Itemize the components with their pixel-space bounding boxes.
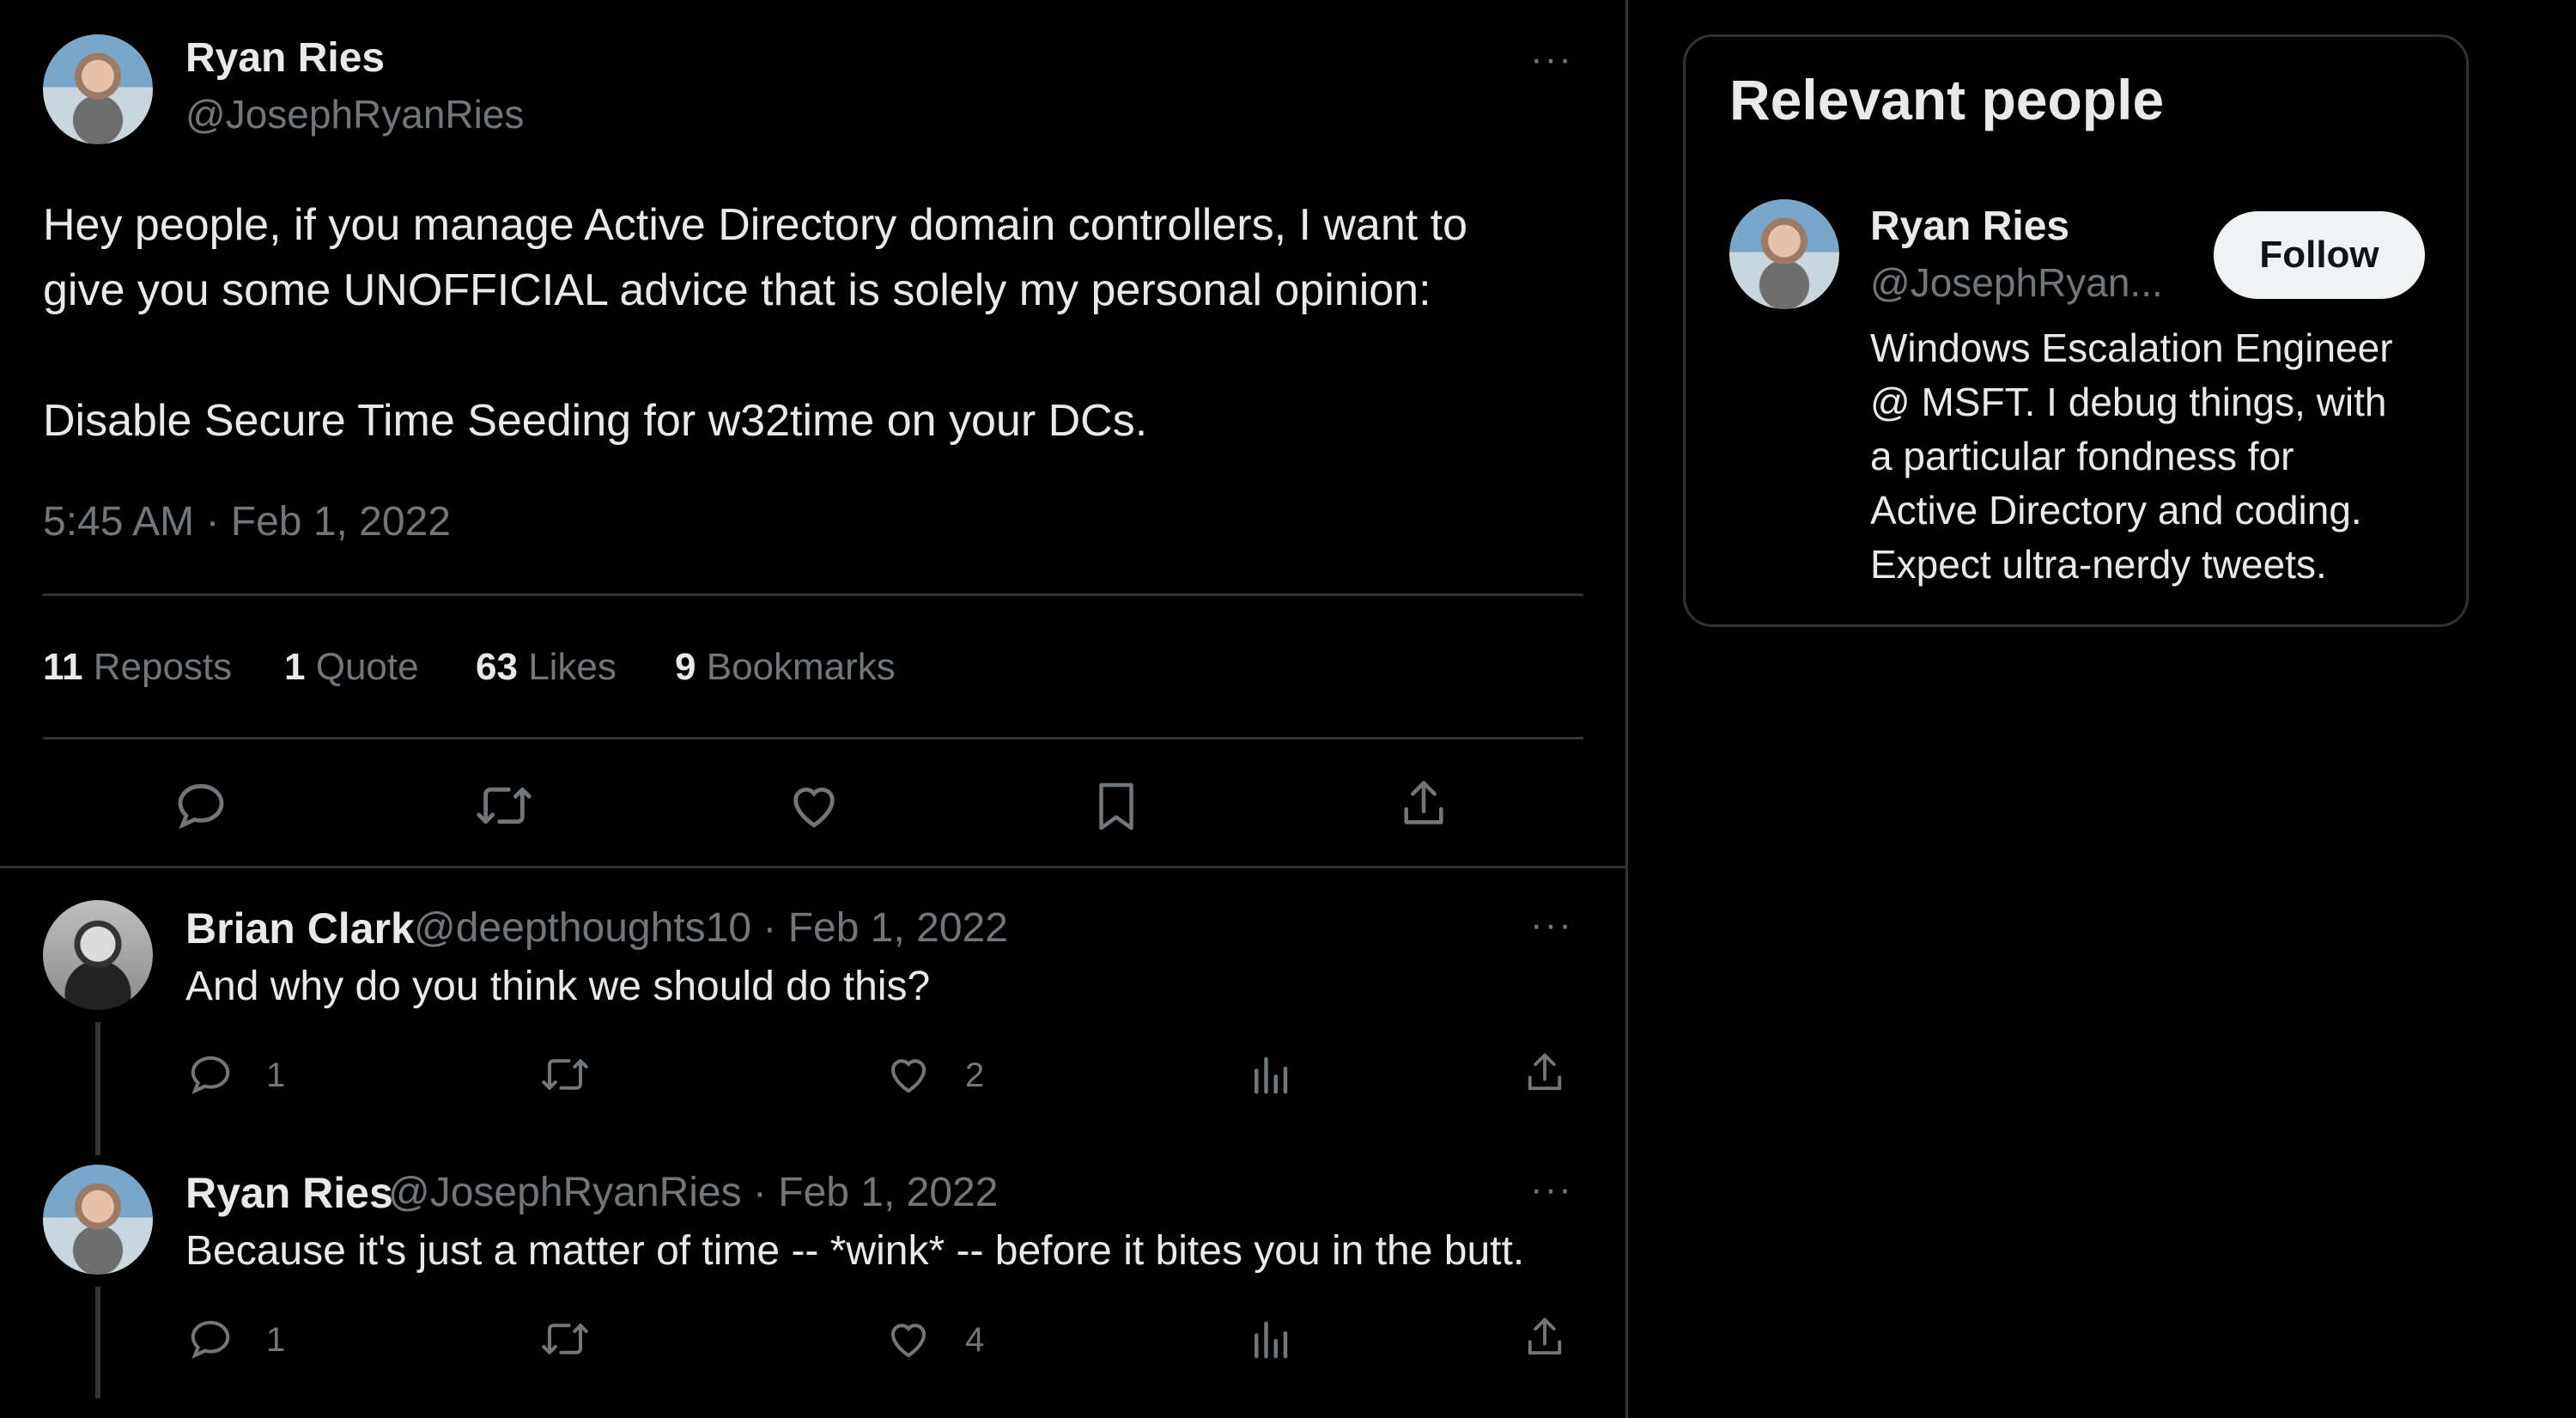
bio-line: Windows Escalation Engineer [1870, 326, 2393, 370]
reposts-count: 11 [43, 646, 83, 688]
reply-text: Because it's just a matter of time -- *w… [185, 1228, 1525, 1274]
reply-author-name[interactable]: Ryan Ries [185, 1168, 393, 1218]
follow-button[interactable]: Follow [2214, 211, 2425, 299]
person-avatar[interactable] [1729, 199, 1839, 309]
bookmarks-label: Bookmarks [706, 646, 896, 688]
tweet-text: Hey people, if you manage Active Directo… [43, 192, 1606, 453]
reply-handle-date[interactable]: @deepthoughts10 · Feb 1, 2022 [414, 904, 1008, 952]
reply-icon[interactable] [187, 1051, 234, 1098]
more-options-icon[interactable]: ··· [1530, 1168, 1573, 1211]
like-icon[interactable] [884, 1051, 933, 1098]
like-count: 4 [965, 1321, 985, 1359]
author-avatar[interactable] [43, 34, 153, 144]
reply-count: 1 [266, 1056, 286, 1094]
tweet-text-line: Disable Secure Time Seeding for w32time … [43, 396, 1148, 446]
like-icon[interactable] [786, 778, 842, 833]
more-options-icon[interactable]: ··· [1530, 904, 1573, 946]
quote-label: Quote [315, 646, 419, 688]
person-bio: Windows Escalation Engineer @ MSFT. I de… [1870, 321, 2471, 592]
views-icon[interactable] [1250, 1051, 1290, 1098]
bookmark-icon[interactable] [1091, 778, 1142, 835]
tweet-text-line: Hey people, if you manage Active Directo… [43, 200, 1468, 250]
reply-icon[interactable] [173, 778, 228, 833]
likes-count: 63 [476, 646, 518, 688]
quote-count: 1 [284, 646, 306, 688]
thread-line [95, 1287, 100, 1398]
reply-text: And why do you think we should do this? [185, 964, 931, 1009]
reply-icon[interactable] [187, 1316, 234, 1362]
like-icon[interactable] [884, 1316, 933, 1362]
divider [43, 737, 1583, 739]
more-options-icon[interactable]: ··· [1530, 38, 1573, 81]
tweet-timestamp[interactable]: 5:45 AM · Feb 1, 2022 [43, 498, 451, 545]
bookmarks-count: 9 [675, 646, 696, 688]
reply-author-name[interactable]: Brian Clark [185, 904, 415, 953]
person-name[interactable]: Ryan Ries [1870, 203, 2069, 250]
share-icon[interactable] [1396, 776, 1451, 833]
column-divider [1625, 0, 1628, 1418]
repost-icon[interactable] [539, 1051, 591, 1098]
reply-avatar[interactable] [43, 900, 153, 1010]
author-name[interactable]: Ryan Ries [185, 34, 385, 82]
share-icon[interactable] [1522, 1050, 1568, 1098]
author-handle[interactable]: @JosephRyanRies [185, 91, 524, 137]
reply-count: 1 [266, 1321, 286, 1359]
relevant-people-title: Relevant people [1729, 68, 2165, 131]
views-icon[interactable] [1250, 1316, 1290, 1362]
tweet-text-line: give you some UNOFFICIAL advice that is … [43, 265, 1431, 315]
reply-handle-date[interactable]: @JosephRyanRies · Feb 1, 2022 [388, 1169, 998, 1216]
bio-line: @ MSFT. I debug things, with [1870, 380, 2387, 424]
likes-label: Likes [528, 646, 617, 688]
reposts-stat[interactable]: 11 Reposts [43, 646, 232, 689]
person-handle[interactable]: @JosephRyan... [1870, 259, 2163, 306]
repost-icon[interactable] [539, 1316, 591, 1362]
bio-line: a particular fondness for [1870, 434, 2294, 478]
like-count: 2 [965, 1056, 985, 1094]
repost-icon[interactable] [474, 778, 534, 833]
divider [43, 593, 1583, 596]
bio-line: Expect ultra-nerdy tweets. [1870, 542, 2327, 587]
divider [0, 866, 1625, 868]
reposts-label: Reposts [93, 646, 233, 688]
share-icon[interactable] [1522, 1314, 1568, 1362]
likes-stat[interactable]: 63 Likes [476, 646, 617, 689]
thread-line [95, 1022, 100, 1155]
reply-avatar[interactable] [43, 1165, 153, 1275]
bio-line: Active Directory and coding. [1870, 488, 2362, 533]
quote-stat[interactable]: 1 Quote [284, 646, 419, 689]
bookmarks-stat[interactable]: 9 Bookmarks [675, 646, 896, 689]
